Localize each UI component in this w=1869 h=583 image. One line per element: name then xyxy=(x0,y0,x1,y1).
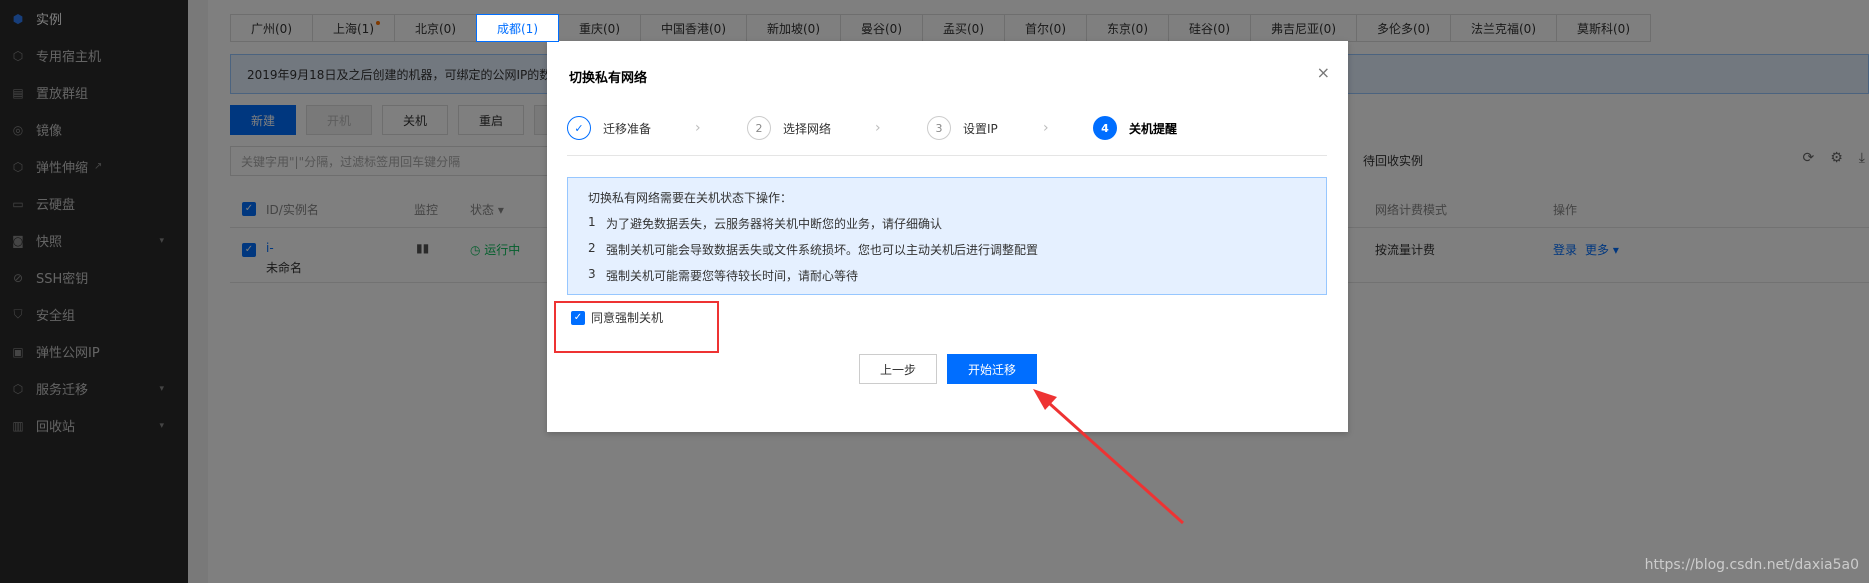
info-line-text: 强制关机可能需要您等待较长时间，请耐心等待 xyxy=(606,269,859,283)
region-tab-chengdu[interactable]: 成都(1) xyxy=(476,14,559,42)
step-label: 设置IP xyxy=(963,121,998,136)
info-line-number: 3 xyxy=(588,267,596,281)
step-set-ip: 3 设置IP xyxy=(927,116,998,140)
close-icon[interactable]: × xyxy=(1317,63,1330,82)
step-prepare: ✓ 迁移准备 xyxy=(567,116,651,140)
step-number: 3 xyxy=(927,116,951,140)
checkmark-icon: ✓ xyxy=(571,310,585,325)
step-label: 关机提醒 xyxy=(1129,121,1178,136)
step-select-network: 2 选择网络 xyxy=(747,116,831,140)
step-number: 4 xyxy=(1093,116,1117,140)
check-icon: ✓ xyxy=(567,116,591,140)
dialog-title: 切换私有网络 xyxy=(569,71,648,86)
info-line: 1 为了避免数据丢失，云服务器将关机中断您的业务，请仔细确认 xyxy=(588,215,1306,232)
divider xyxy=(567,155,1327,156)
previous-step-button[interactable]: 上一步 xyxy=(859,354,937,384)
info-line-text: 强制关机可能会导致数据丢失或文件系统损坏。您也可以主动关机后进行调整配置 xyxy=(606,243,1039,257)
step-label: 选择网络 xyxy=(783,121,832,136)
agree-force-shutdown-checkbox[interactable]: ✓ 同意强制关机 xyxy=(571,309,663,326)
agree-label: 同意强制关机 xyxy=(591,311,664,325)
info-line: 3 强制关机可能需要您等待较长时间，请耐心等待 xyxy=(588,267,1306,284)
switch-vpc-dialog: 切换私有网络 × ✓ 迁移准备 › 2 选择网络 › 3 设置IP › 4 关机… xyxy=(547,41,1348,432)
chevron-right-icon: › xyxy=(695,120,701,136)
info-title: 切换私有网络需要在关机状态下操作： xyxy=(588,191,793,205)
info-line: 2 强制关机可能会导致数据丢失或文件系统损坏。您也可以主动关机后进行调整配置 xyxy=(588,241,1306,258)
info-line-text: 为了避免数据丢失，云服务器将关机中断您的业务，请仔细确认 xyxy=(606,217,943,231)
step-shutdown-reminder: 4 关机提醒 xyxy=(1093,116,1177,140)
chevron-right-icon: › xyxy=(875,120,881,136)
watermark: https://blog.csdn.net/daxia5a0 xyxy=(1644,557,1859,573)
info-line-number: 1 xyxy=(588,215,596,229)
shutdown-info-box: 切换私有网络需要在关机状态下操作： 1 为了避免数据丢失，云服务器将关机中断您的… xyxy=(567,177,1327,295)
info-line-number: 2 xyxy=(588,241,596,255)
start-migration-button[interactable]: 开始迁移 xyxy=(947,354,1037,384)
step-indicator: ✓ 迁移准备 › 2 选择网络 › 3 设置IP › 4 关机提醒 xyxy=(567,108,1327,148)
chevron-right-icon: › xyxy=(1043,120,1049,136)
step-number: 2 xyxy=(747,116,771,140)
step-label: 迁移准备 xyxy=(603,121,652,136)
